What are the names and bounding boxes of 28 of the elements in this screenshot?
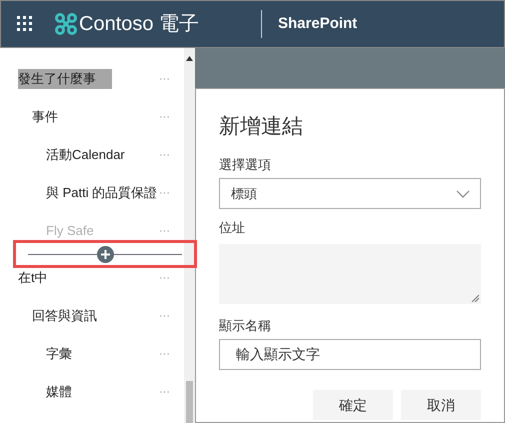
scrollbar-thumb[interactable]: [186, 381, 193, 423]
add-link-icon[interactable]: [96, 246, 114, 262]
nav-link[interactable]: 字彙: [46, 344, 72, 364]
nav-link[interactable]: 媒體: [46, 382, 72, 402]
field-value: 輸入顯示文字: [236, 345, 320, 364]
chevron-down-icon: [456, 190, 470, 198]
resize-handle-icon: [471, 294, 479, 302]
display-name-field[interactable]: 輸入顯示文字: [219, 339, 481, 370]
field-label: 顯示名稱: [219, 316, 272, 334]
option-dropdown[interactable]: 標頭: [219, 178, 481, 209]
logo-icon: [55, 13, 77, 35]
dropdown-value: 標頭: [231, 184, 257, 203]
dialog-button[interactable]: 確定: [313, 390, 393, 420]
dialog-button[interactable]: 取消: [401, 390, 481, 420]
address-field[interactable]: [219, 244, 481, 304]
nav-link[interactable]: 發生了什麼事: [18, 69, 112, 89]
nav-link[interactable]: 在t中: [18, 268, 48, 288]
app-launcher-icon[interactable]: [17, 16, 33, 32]
nav-link[interactable]: 事件: [32, 107, 58, 127]
field-label: 位址: [219, 219, 246, 237]
scroll-up-icon[interactable]: [186, 56, 193, 61]
field-label: 選擇選項: [219, 156, 272, 174]
nav-link[interactable]: 與 Patti 的品質保證: [46, 183, 158, 203]
panel-title: 新增連結: [219, 114, 304, 140]
site-title[interactable]: Contoso 電子: [79, 9, 239, 39]
app-name[interactable]: SharePoint: [278, 12, 358, 36]
nav-link[interactable]: 活動Calendar: [46, 145, 125, 165]
nav-link[interactable]: 回答與資訊: [32, 306, 97, 326]
